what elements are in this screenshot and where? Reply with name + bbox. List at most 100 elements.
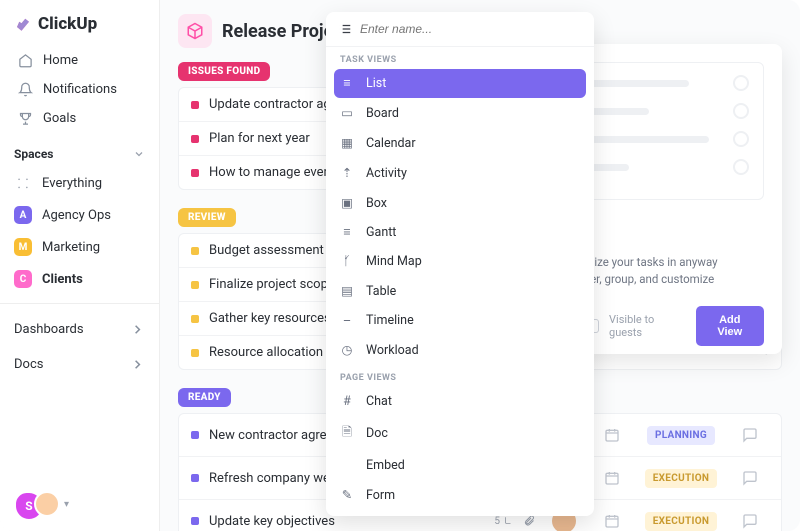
view-option-label: Activity <box>366 166 407 181</box>
nav-notifications-label: Notifications <box>43 82 117 97</box>
box-icon: ▣ <box>340 195 354 211</box>
view-option-label: Mind Map <box>366 254 422 269</box>
project-icon <box>178 14 212 48</box>
nav-home[interactable]: Home <box>10 46 149 75</box>
list-icon <box>338 22 352 36</box>
phase-badge: EXECUTION <box>645 469 718 488</box>
visible-guests-label: Visible to guests <box>609 313 675 339</box>
view-option-label: Gantt <box>366 225 396 240</box>
space-chip: C <box>14 270 32 288</box>
nav-home-label: Home <box>43 53 78 68</box>
space-label: Marketing <box>42 240 100 255</box>
brand-logo[interactable]: ClickUp <box>0 0 159 44</box>
home-icon <box>18 53 33 68</box>
spaces-header-label: Spaces <box>14 147 53 161</box>
timeline-icon: ⎯ <box>340 313 354 328</box>
task-views-label: TASK VIEWS <box>326 47 594 69</box>
nav-dashboards-label: Dashboards <box>14 322 84 337</box>
comment-cell[interactable] <box>731 427 769 443</box>
view-option-workload[interactable]: ◷Workload <box>326 335 594 365</box>
date-cell[interactable] <box>593 427 631 443</box>
view-option-box[interactable]: ▣ Box <box>326 188 594 218</box>
chevron-right-icon <box>130 322 145 337</box>
doc-icon: 🗎 <box>340 423 354 444</box>
view-option-table[interactable]: ▤ Table <box>326 276 594 306</box>
view-option-doc[interactable]: 🗎 Doc <box>326 416 594 451</box>
view-option-label: Board <box>366 106 399 121</box>
user-avatar-bar[interactable]: S ▾ <box>0 477 159 531</box>
view-option-form[interactable]: ✎Form <box>326 480 594 510</box>
comment-cell[interactable] <box>731 513 769 529</box>
nav-docs[interactable]: Docs <box>0 347 159 382</box>
space-item-agency-ops[interactable]: A Agency Ops <box>0 199 159 231</box>
phase-cell[interactable]: PLANNING <box>641 426 721 445</box>
status-dot <box>191 474 199 482</box>
spaces-header[interactable]: Spaces <box>0 135 159 167</box>
view-option-gantt[interactable]: ≡ Gantt <box>326 218 594 247</box>
nav-notifications[interactable]: Notifications <box>10 75 149 104</box>
form-icon: ✎ <box>340 487 354 503</box>
space-item-marketing[interactable]: MMarketing <box>0 231 159 263</box>
left-sidebar: ClickUp Home Notifications Goals Spaces … <box>0 0 160 531</box>
view-option-label: Table <box>366 284 396 299</box>
add-view-button[interactable]: Add View <box>696 306 764 346</box>
view-option-label: Box <box>366 196 387 211</box>
view-name-input-row <box>326 12 594 47</box>
subtask-count: 5 <box>494 516 513 527</box>
view-option-chat[interactable]: # Chat <box>326 387 594 416</box>
board-icon: ▭ <box>340 105 354 121</box>
status-dot <box>191 431 199 439</box>
table-icon: ▤ <box>340 283 354 299</box>
group-status-chip[interactable]: ISSUES FOUND <box>178 62 270 81</box>
phase-cell[interactable]: EXECUTION <box>641 512 721 531</box>
brand-name: ClickUp <box>38 14 97 34</box>
status-dot <box>191 101 199 109</box>
group-status-chip[interactable]: REVIEW <box>178 208 236 227</box>
comment-cell[interactable] <box>731 470 769 486</box>
view-option-embed[interactable]: Embed <box>326 451 594 480</box>
space-chip: A <box>14 206 32 224</box>
nav-goals[interactable]: Goals <box>10 104 149 133</box>
list-icon: ≡ <box>340 76 354 91</box>
view-option-mind-map[interactable]: ᚶ Mind Map <box>326 247 594 276</box>
view-option-label: Workload <box>366 343 419 358</box>
view-option-label: Chat <box>366 394 392 409</box>
space-label: Clients <box>42 272 83 287</box>
status-dot <box>191 169 199 177</box>
chevron-right-icon <box>130 357 145 372</box>
everything-icon: ⸬ <box>14 174 32 192</box>
comment-icon <box>742 513 758 529</box>
page-views-label: PAGE VIEWS <box>326 365 594 387</box>
space-label: Agency Ops <box>42 208 111 223</box>
space-item-clients[interactable]: C Clients <box>0 263 159 295</box>
view-option-timeline[interactable]: ⎯Timeline <box>326 306 594 335</box>
avatar-photo <box>34 491 60 517</box>
view-option-label: Doc <box>366 426 388 441</box>
calendar-icon <box>604 513 620 529</box>
space-everything[interactable]: ⸬ Everything <box>0 167 159 199</box>
space-everything-label: Everything <box>42 176 102 191</box>
chevron-down-icon <box>133 148 145 160</box>
svg-text:S: S <box>25 499 32 513</box>
gantt-icon: ≡ <box>340 225 354 240</box>
view-option-label: List <box>366 76 386 91</box>
group-status-chip[interactable]: READY <box>178 388 231 407</box>
chat-icon: # <box>340 394 354 409</box>
status-dot <box>191 517 199 525</box>
view-name-input[interactable] <box>360 22 582 36</box>
status-dot <box>191 315 199 323</box>
attachment-icon <box>523 515 535 527</box>
calendar-icon: ▦ <box>340 135 354 151</box>
bell-icon <box>18 82 33 97</box>
phase-cell[interactable]: EXECUTION <box>641 469 721 488</box>
nav-docs-label: Docs <box>14 357 43 372</box>
mind-map-icon: ᚶ <box>340 254 354 269</box>
nav-dashboards[interactable]: Dashboards <box>0 312 159 347</box>
view-option-activity[interactable]: ⇡Activity <box>326 158 594 188</box>
date-cell[interactable] <box>593 470 631 486</box>
view-option-calendar[interactable]: ▦Calendar <box>326 128 594 158</box>
date-cell[interactable] <box>593 513 631 529</box>
view-option-list[interactable]: ≡ List <box>334 69 586 98</box>
view-option-board[interactable]: ▭ Board <box>326 98 594 128</box>
status-dot <box>191 349 199 357</box>
